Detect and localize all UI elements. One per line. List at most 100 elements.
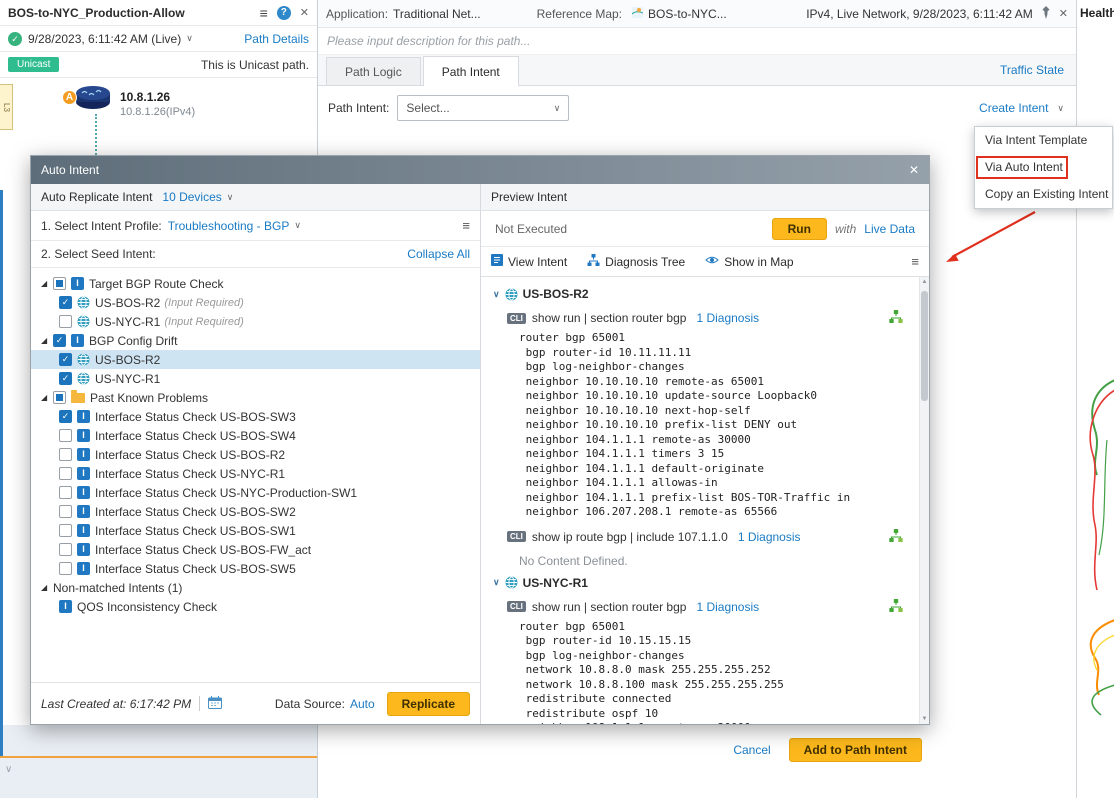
tree-item-row[interactable]: ✓IInterface Status Check US-BOS-SW3 — [31, 407, 480, 426]
diagnosis-tree-icon[interactable] — [889, 599, 903, 615]
scroll-thumb[interactable] — [921, 291, 928, 401]
path-intent-select[interactable]: Select... ∨ — [397, 95, 569, 121]
show-in-map-icon — [705, 254, 719, 269]
menu-icon[interactable]: ≡ — [260, 5, 268, 21]
preview-device-row[interactable]: ∨US-NYC-R1 — [493, 576, 929, 590]
scroll-up-icon[interactable]: ▲ — [920, 279, 929, 285]
tab-diagnosis-tree[interactable]: Diagnosis Tree — [587, 254, 685, 269]
checkbox[interactable] — [53, 391, 66, 404]
expand-caret-icon[interactable]: ◢ — [41, 336, 53, 345]
bottom-chevron-icon[interactable]: ∨ — [5, 764, 12, 775]
tree-item-row[interactable]: IInterface Status Check US-BOS-SW5 — [31, 559, 480, 578]
cancel-link[interactable]: Cancel — [733, 743, 770, 757]
tree-label: Interface Status Check US-BOS-SW5 — [95, 562, 296, 576]
collapse-caret-icon[interactable]: ∨ — [493, 289, 500, 300]
timestamp-caret-icon[interactable]: ∨ — [186, 33, 193, 44]
tree-item-row[interactable]: I QOS Inconsistency Check — [31, 597, 480, 616]
tree-item-row[interactable]: IInterface Status Check US-NYC-Productio… — [31, 483, 480, 502]
replicate-button[interactable]: Replicate — [387, 692, 470, 716]
calendar-icon[interactable] — [208, 696, 222, 712]
menu-item-via-intent-template[interactable]: Via Intent Template — [975, 127, 1112, 154]
live-timestamp[interactable]: 9/28/2023, 6:11:42 AM (Live) — [28, 32, 181, 46]
checkbox[interactable] — [59, 562, 72, 575]
application-value[interactable]: Traditional Net... — [393, 7, 481, 21]
close-panel-icon[interactable]: ✕ — [300, 6, 309, 19]
tab-show-in-map[interactable]: Show in Map — [705, 254, 793, 269]
tree-item-row[interactable]: IInterface Status Check US-BOS-FW_act — [31, 540, 480, 559]
checkbox[interactable]: ✓ — [59, 353, 72, 366]
menu-item-via-auto-intent[interactable]: Via Auto Intent — [975, 154, 1112, 181]
tree-item-row[interactable]: US-NYC-R1(Input Required) — [31, 312, 480, 331]
tab-path-logic[interactable]: Path Logic — [326, 57, 421, 85]
tree-item-row[interactable]: IInterface Status Check US-BOS-SW1 — [31, 521, 480, 540]
diagnosis-link[interactable]: 1 Diagnosis — [696, 600, 759, 614]
tree-item-row[interactable]: IInterface Status Check US-BOS-R2 — [31, 445, 480, 464]
description-input[interactable] — [318, 34, 958, 48]
tree-item-row[interactable]: ✓US-BOS-R2 — [31, 350, 480, 369]
checkbox[interactable] — [53, 277, 66, 290]
tree-group-row[interactable]: ◢Past Known Problems — [31, 388, 480, 407]
profile-menu-icon[interactable]: ≡ — [462, 218, 470, 233]
tree-item-row[interactable]: IInterface Status Check US-BOS-SW2 — [31, 502, 480, 521]
tree-item-row[interactable]: ✓US-BOS-R2(Input Required) — [31, 293, 480, 312]
run-button[interactable]: Run — [772, 218, 827, 240]
devices-link[interactable]: 10 Devices — [162, 190, 221, 204]
expand-caret-icon[interactable]: ◢ — [41, 279, 53, 288]
expand-caret-icon[interactable]: ◢ — [41, 583, 53, 592]
collapse-all-link[interactable]: Collapse All — [407, 247, 470, 261]
tab-view-intent[interactable]: View Intent — [491, 254, 567, 269]
tree-group-row[interactable]: ◢ITarget BGP Route Check — [31, 274, 480, 293]
checkbox[interactable] — [59, 315, 72, 328]
scrollbar[interactable]: ▲ ▼ — [919, 277, 929, 724]
checkbox[interactable] — [59, 448, 72, 461]
path-title: BOS-to-NYC_Production-Allow — [8, 6, 185, 20]
tree-group-row[interactable]: ◢✓IBGP Config Drift — [31, 331, 480, 350]
execution-status: Not Executed — [495, 222, 567, 236]
checkbox[interactable]: ✓ — [59, 410, 72, 423]
intent-icon: I — [71, 334, 84, 347]
reference-map-value[interactable]: BOS-to-NYC... — [648, 7, 727, 21]
health-label: Health — [1077, 0, 1114, 20]
diagnosis-tree-icon[interactable] — [889, 529, 903, 545]
diagnosis-tree-icon[interactable] — [889, 310, 903, 326]
checkbox[interactable] — [59, 429, 72, 442]
diagnosis-link[interactable]: 1 Diagnosis — [696, 311, 759, 325]
checkbox[interactable]: ✓ — [53, 334, 66, 347]
checkbox[interactable] — [59, 486, 72, 499]
close-map-icon[interactable]: ✕ — [1059, 7, 1068, 20]
help-icon[interactable]: ? — [277, 6, 291, 20]
checkbox[interactable]: ✓ — [59, 296, 72, 309]
data-source-value[interactable]: Auto — [350, 697, 375, 711]
tree-item-row[interactable]: IInterface Status Check US-NYC-R1 — [31, 464, 480, 483]
tree-label: QOS Inconsistency Check — [77, 600, 217, 614]
device-name[interactable]: 10.8.1.26 — [120, 90, 170, 104]
pin-icon[interactable] — [1041, 6, 1051, 22]
traffic-state-link[interactable]: Traffic State — [1000, 63, 1064, 77]
tree-group-row[interactable]: ◢Non-matched Intents (1) — [31, 578, 480, 597]
tree-item-row[interactable]: ✓US-NYC-R1 — [31, 369, 480, 388]
scroll-down-icon[interactable]: ▼ — [920, 716, 929, 722]
live-data-link[interactable]: Live Data — [864, 222, 915, 236]
diagnosis-link[interactable]: 1 Diagnosis — [738, 530, 801, 544]
l3-edge-tab[interactable]: L3 — [0, 84, 13, 130]
checkbox[interactable] — [59, 524, 72, 537]
tab-path-intent[interactable]: Path Intent — [423, 56, 519, 86]
create-intent-link[interactable]: Create Intent ∨ — [979, 101, 1064, 115]
preview-device-row[interactable]: ∨US-BOS-R2 — [493, 287, 929, 301]
path-details-link[interactable]: Path Details — [244, 32, 309, 46]
modal-close-icon[interactable]: ✕ — [909, 163, 919, 177]
preview-menu-icon[interactable]: ≡ — [911, 254, 919, 269]
checkbox[interactable]: ✓ — [59, 372, 72, 385]
profile-value-link[interactable]: Troubleshooting - BGP — [168, 219, 290, 233]
checkbox[interactable] — [59, 543, 72, 556]
expand-caret-icon[interactable]: ◢ — [41, 393, 53, 402]
intent-icon: I — [59, 600, 72, 613]
checkbox[interactable] — [59, 505, 72, 518]
replicate-header-label: Auto Replicate Intent — [41, 190, 152, 204]
add-to-path-intent-button[interactable]: Add to Path Intent — [789, 738, 922, 762]
collapse-caret-icon[interactable]: ∨ — [493, 577, 500, 588]
tree-item-row[interactable]: IInterface Status Check US-BOS-SW4 — [31, 426, 480, 445]
checkbox[interactable] — [59, 467, 72, 480]
menu-item-copy-existing-intent[interactable]: Copy an Existing Intent — [975, 181, 1112, 208]
router-icon[interactable] — [74, 84, 112, 113]
